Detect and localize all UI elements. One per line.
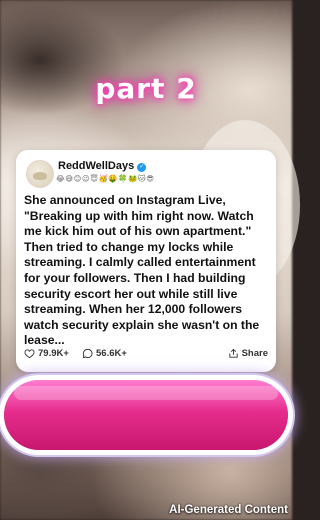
share-label: Share	[241, 348, 268, 359]
username[interactable]: ReddWellDays ✓	[58, 160, 147, 172]
pink-action-button[interactable]	[4, 380, 288, 450]
comment-button[interactable]: 56.6K+	[82, 348, 127, 359]
verified-badge-icon: ✓	[137, 163, 147, 172]
part-label: part 2	[95, 72, 197, 105]
like-button[interactable]: 79.9K+	[24, 348, 69, 359]
comment-count: 56.6K+	[96, 348, 127, 359]
heart-icon	[24, 349, 35, 359]
ai-generated-label: AI-Generated Content	[169, 504, 288, 516]
comment-bubble-icon	[82, 348, 93, 359]
post-actions: 79.9K+ 56.6K+ Share	[24, 348, 268, 362]
avatar[interactable]	[26, 160, 54, 188]
share-icon	[228, 348, 238, 358]
share-button[interactable]: Share	[228, 348, 268, 359]
username-text: ReddWellDays	[58, 160, 135, 172]
post-text: She announced on Instagram Live, "Breaki…	[24, 193, 260, 348]
emoji-row: 😂😅😊😉😇🥳🤑🍀🐸🐱😎	[56, 174, 155, 183]
like-count: 79.9K+	[38, 348, 69, 359]
post-card[interactable]: ReddWellDays ✓ 😂😅😊😉😇🥳🤑🍀🐸🐱😎 She announced …	[16, 150, 276, 372]
